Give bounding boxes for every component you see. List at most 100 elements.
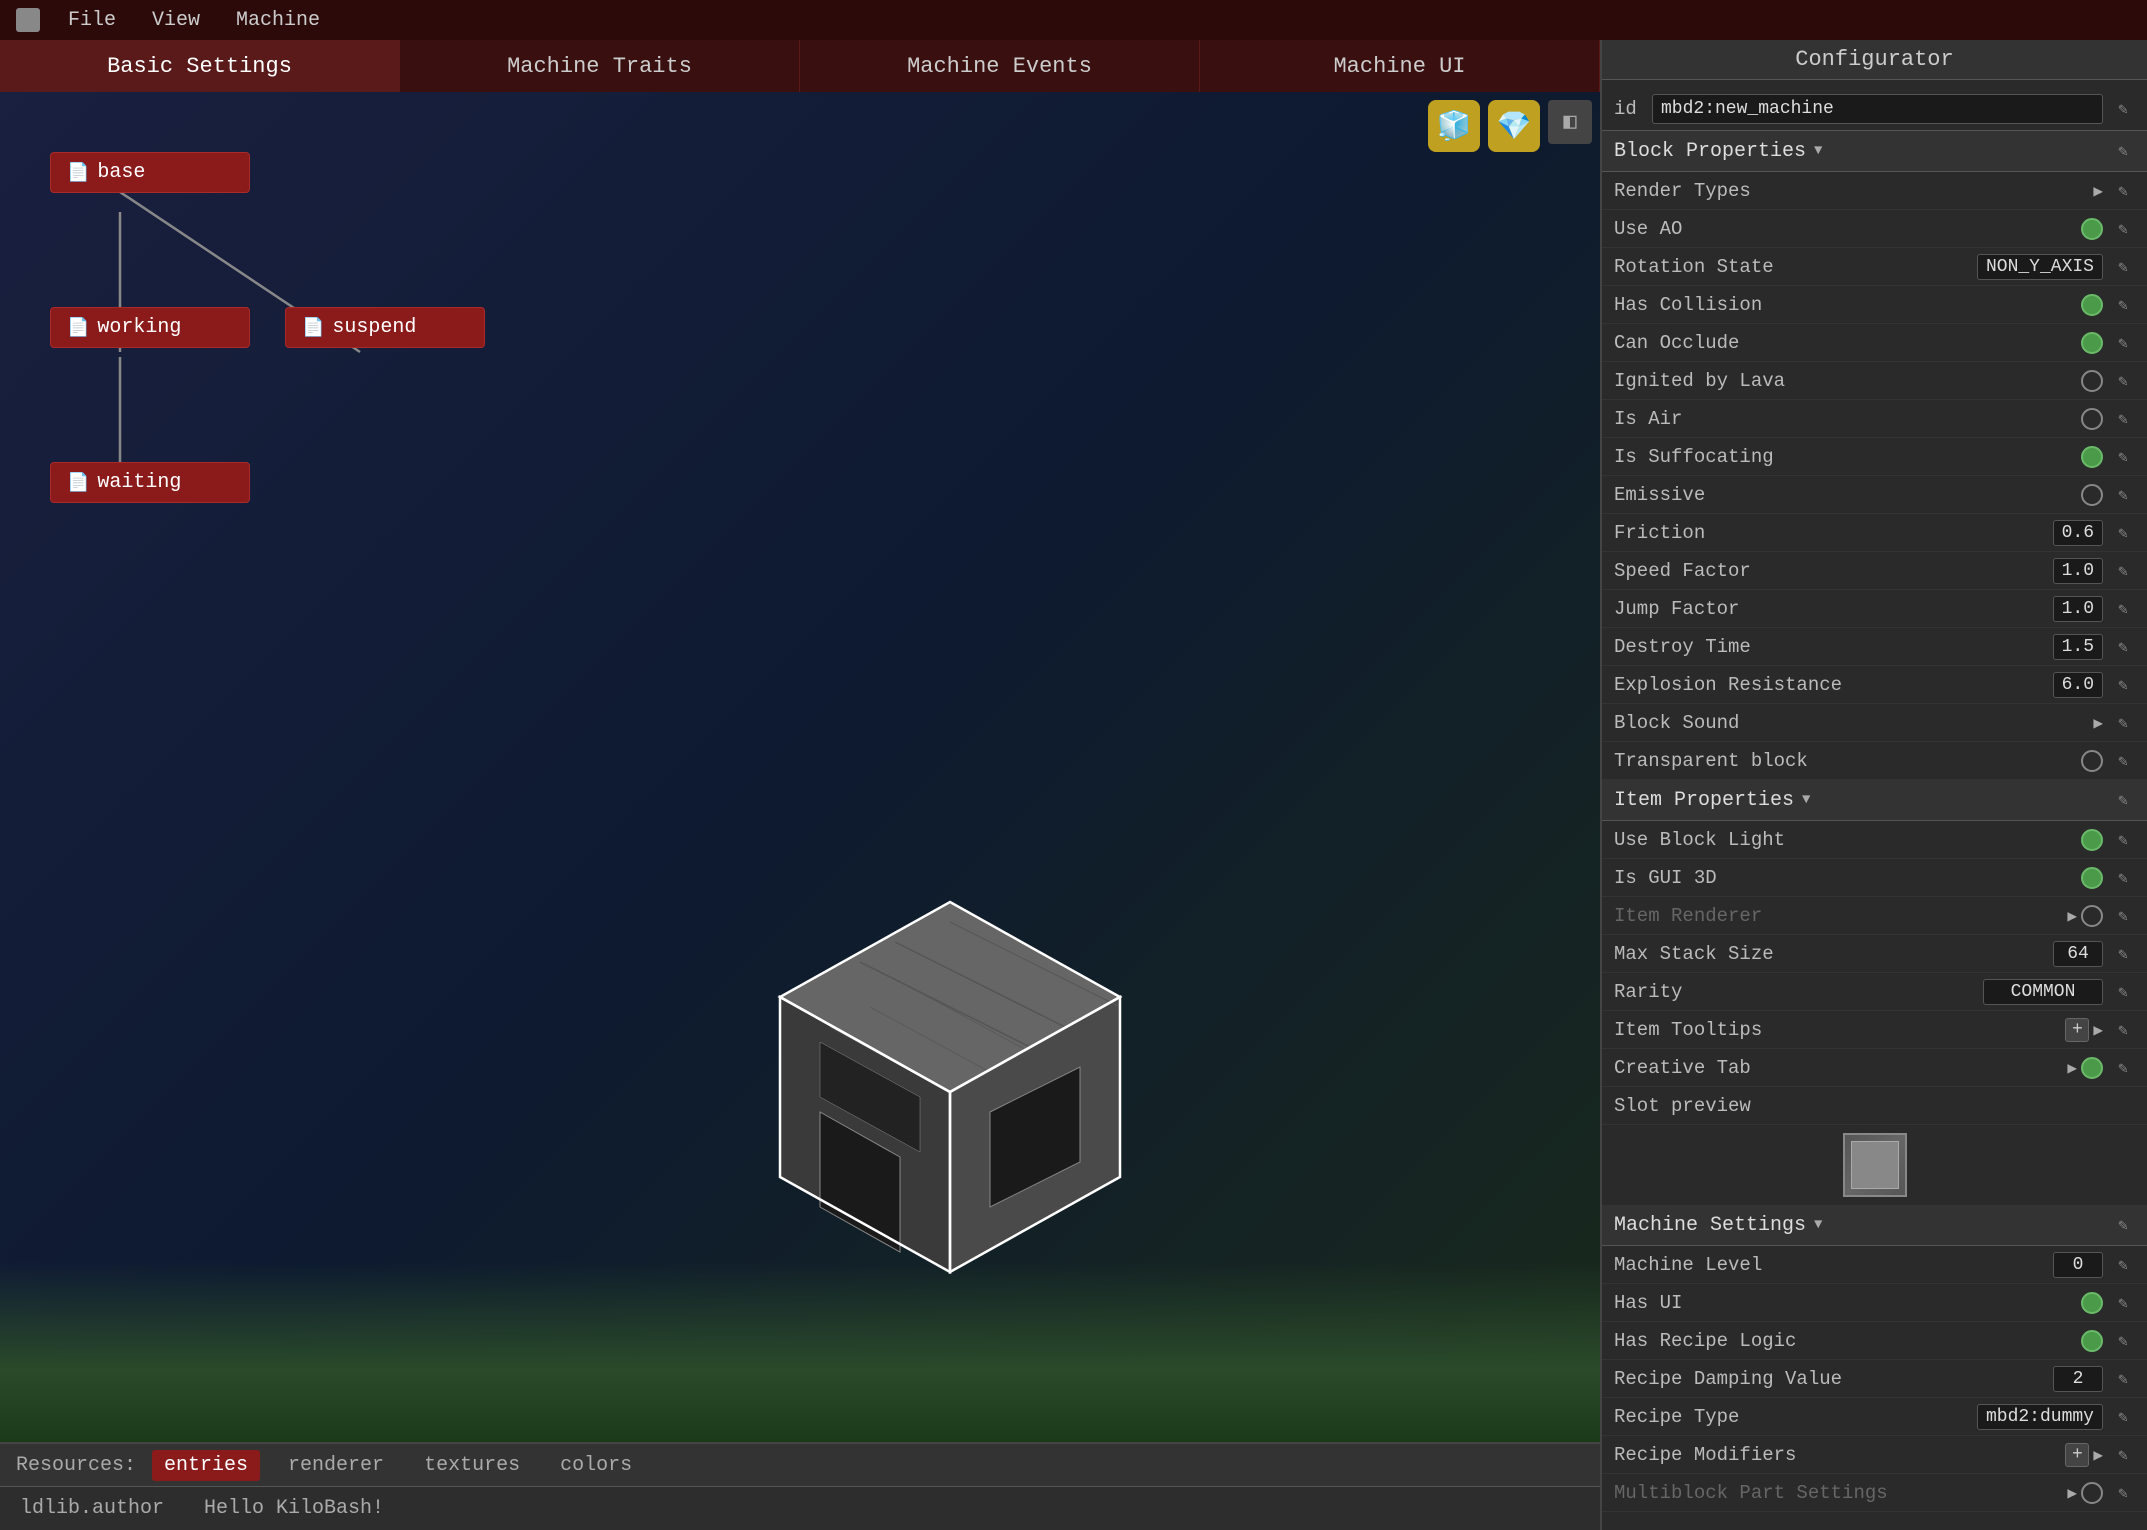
recipe-modifiers-row[interactable]: Recipe Modifiers + ▶ ✎ xyxy=(1602,1436,2147,1474)
machine-settings-header[interactable]: Machine Settings ▼ ✎ xyxy=(1602,1205,2147,1246)
block-properties-edit[interactable]: ✎ xyxy=(2111,139,2135,163)
explosion-resistance-value[interactable]: 6.0 xyxy=(2053,672,2103,698)
rotation-state-edit[interactable]: ✎ xyxy=(2111,255,2135,279)
block-sound-edit[interactable]: ✎ xyxy=(2111,711,2135,735)
is-air-row[interactable]: Is Air ✎ xyxy=(1602,400,2147,438)
recipe-type-value[interactable]: mbd2:dummy xyxy=(1977,1404,2103,1430)
multiblock-toggle[interactable] xyxy=(2081,1482,2103,1504)
machine-level-edit[interactable]: ✎ xyxy=(2111,1253,2135,1277)
rotation-state-row[interactable]: Rotation State NON_Y_AXIS ✎ xyxy=(1602,248,2147,286)
rotation-state-value[interactable]: NON_Y_AXIS xyxy=(1977,254,2103,280)
explosion-resistance-edit[interactable]: ✎ xyxy=(2111,673,2135,697)
block-btn[interactable]: 🧊 xyxy=(1428,100,1480,152)
use-ao-toggle[interactable] xyxy=(2081,218,2103,240)
recipe-modifiers-add[interactable]: + xyxy=(2065,1443,2089,1467)
node-suspend[interactable]: 📄 suspend xyxy=(285,307,485,348)
emissive-toggle[interactable] xyxy=(2081,484,2103,506)
emissive-edit[interactable]: ✎ xyxy=(2111,483,2135,507)
node-canvas[interactable]: 🧊 💎 ◧ 📄 xyxy=(0,92,1600,1442)
item-renderer-toggle[interactable] xyxy=(2081,905,2103,927)
transparent-block-toggle[interactable] xyxy=(2081,750,2103,772)
tab-basic-settings[interactable]: Basic Settings xyxy=(0,40,400,92)
multiblock-edit[interactable]: ✎ xyxy=(2111,1481,2135,1505)
item-tooltips-row[interactable]: Item Tooltips + ▶ ✎ xyxy=(1602,1011,2147,1049)
ignited-by-lava-row[interactable]: Ignited by Lava ✎ xyxy=(1602,362,2147,400)
multiblock-part-settings-row[interactable]: Multiblock Part Settings ▶ ✎ xyxy=(1602,1474,2147,1512)
has-ui-toggle[interactable] xyxy=(2081,1292,2103,1314)
has-recipe-logic-toggle[interactable] xyxy=(2081,1330,2103,1352)
recipe-type-row[interactable]: Recipe Type mbd2:dummy ✎ xyxy=(1602,1398,2147,1436)
machine-level-row[interactable]: Machine Level 0 ✎ xyxy=(1602,1246,2147,1284)
block-properties-header[interactable]: Block Properties ▼ ✎ xyxy=(1602,131,2147,172)
can-occlude-row[interactable]: Can Occlude ✎ xyxy=(1602,324,2147,362)
jump-factor-row[interactable]: Jump Factor 1.0 ✎ xyxy=(1602,590,2147,628)
friction-value[interactable]: 0.6 xyxy=(2053,520,2103,546)
recipe-damping-value[interactable]: 2 xyxy=(2053,1366,2103,1392)
has-collision-toggle[interactable] xyxy=(2081,294,2103,316)
has-ui-row[interactable]: Has UI ✎ xyxy=(1602,1284,2147,1322)
resource-tab-colors[interactable]: colors xyxy=(548,1450,644,1481)
tab-machine-events[interactable]: Machine Events xyxy=(800,40,1200,92)
machine-level-value[interactable]: 0 xyxy=(2053,1252,2103,1278)
friction-row[interactable]: Friction 0.6 ✎ xyxy=(1602,514,2147,552)
resource-tab-renderer[interactable]: renderer xyxy=(276,1450,396,1481)
use-block-light-edit[interactable]: ✎ xyxy=(2111,828,2135,852)
can-occlude-toggle[interactable] xyxy=(2081,332,2103,354)
destroy-time-row[interactable]: Destroy Time 1.5 ✎ xyxy=(1602,628,2147,666)
emissive-row[interactable]: Emissive ✎ xyxy=(1602,476,2147,514)
creative-tab-edit[interactable]: ✎ xyxy=(2111,1056,2135,1080)
is-gui-3d-toggle[interactable] xyxy=(2081,867,2103,889)
id-value[interactable]: mbd2:new_machine xyxy=(1652,94,2103,124)
has-ui-edit[interactable]: ✎ xyxy=(2111,1291,2135,1315)
ignited-by-lava-toggle[interactable] xyxy=(2081,370,2103,392)
friction-edit[interactable]: ✎ xyxy=(2111,521,2135,545)
jump-factor-value[interactable]: 1.0 xyxy=(2053,596,2103,622)
item-renderer-row[interactable]: Item Renderer ▶ ✎ xyxy=(1602,897,2147,935)
machine-settings-edit[interactable]: ✎ xyxy=(2111,1213,2135,1237)
use-ao-row[interactable]: Use AO ✎ xyxy=(1602,210,2147,248)
destroy-time-value[interactable]: 1.5 xyxy=(2053,634,2103,660)
transparent-block-edit[interactable]: ✎ xyxy=(2111,749,2135,773)
render-types-edit[interactable]: ✎ xyxy=(2111,179,2135,203)
is-air-toggle[interactable] xyxy=(2081,408,2103,430)
block-sound-row[interactable]: Block Sound ▶ ✎ xyxy=(1602,704,2147,742)
jump-factor-edit[interactable]: ✎ xyxy=(2111,597,2135,621)
speed-factor-value[interactable]: 1.0 xyxy=(2053,558,2103,584)
can-occlude-edit[interactable]: ✎ xyxy=(2111,331,2135,355)
node-base[interactable]: 📄 base xyxy=(50,152,250,193)
use-block-light-row[interactable]: Use Block Light ✎ xyxy=(1602,821,2147,859)
use-block-light-toggle[interactable] xyxy=(2081,829,2103,851)
panel-toggle-btn[interactable]: ◧ xyxy=(1548,100,1592,144)
node-waiting[interactable]: 📄 waiting xyxy=(50,462,250,503)
id-edit-icon[interactable]: ✎ xyxy=(2111,97,2135,121)
is-gui-3d-row[interactable]: Is GUI 3D ✎ xyxy=(1602,859,2147,897)
recipe-type-edit[interactable]: ✎ xyxy=(2111,1405,2135,1429)
max-stack-size-value[interactable]: 64 xyxy=(2053,941,2103,967)
is-gui-3d-edit[interactable]: ✎ xyxy=(2111,866,2135,890)
has-recipe-logic-edit[interactable]: ✎ xyxy=(2111,1329,2135,1353)
explosion-resistance-row[interactable]: Explosion Resistance 6.0 ✎ xyxy=(1602,666,2147,704)
item-properties-edit[interactable]: ✎ xyxy=(2111,788,2135,812)
item-properties-header[interactable]: Item Properties ▼ ✎ xyxy=(1602,780,2147,821)
item-tooltips-edit[interactable]: ✎ xyxy=(2111,1018,2135,1042)
rarity-value[interactable]: COMMON xyxy=(1983,979,2103,1005)
destroy-time-edit[interactable]: ✎ xyxy=(2111,635,2135,659)
has-collision-edit[interactable]: ✎ xyxy=(2111,293,2135,317)
render-types-row[interactable]: Render Types ▶ ✎ xyxy=(1602,172,2147,210)
config-scroll[interactable]: id mbd2:new_machine ✎ Block Properties ▼… xyxy=(1602,80,2147,1530)
is-suffocating-row[interactable]: Is Suffocating ✎ xyxy=(1602,438,2147,476)
item-tooltips-add[interactable]: + xyxy=(2065,1018,2089,1042)
max-stack-size-row[interactable]: Max Stack Size 64 ✎ xyxy=(1602,935,2147,973)
rarity-edit[interactable]: ✎ xyxy=(2111,980,2135,1004)
rarity-row[interactable]: Rarity COMMON ✎ xyxy=(1602,973,2147,1011)
item-renderer-edit[interactable]: ✎ xyxy=(2111,904,2135,928)
tab-machine-traits[interactable]: Machine Traits xyxy=(400,40,800,92)
node-working[interactable]: 📄 working xyxy=(50,307,250,348)
item-btn[interactable]: 💎 xyxy=(1488,100,1540,152)
creative-tab-row[interactable]: Creative Tab ▶ ✎ xyxy=(1602,1049,2147,1087)
tab-machine-ui[interactable]: Machine UI xyxy=(1200,40,1600,92)
is-air-edit[interactable]: ✎ xyxy=(2111,407,2135,431)
creative-tab-toggle[interactable] xyxy=(2081,1057,2103,1079)
is-suffocating-edit[interactable]: ✎ xyxy=(2111,445,2135,469)
menu-view[interactable]: View xyxy=(144,7,208,34)
